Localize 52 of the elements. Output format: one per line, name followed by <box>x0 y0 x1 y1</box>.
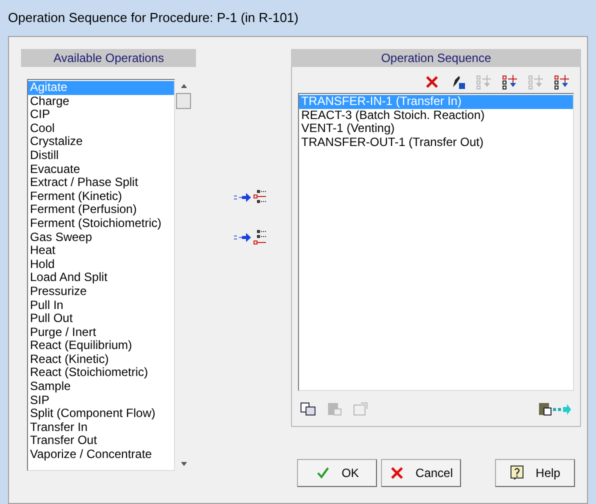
list-item[interactable]: Transfer Out <box>28 434 174 448</box>
list-item[interactable]: Hold <box>28 258 174 272</box>
list-item[interactable]: Distill <box>28 148 174 163</box>
move-down-icon <box>502 74 518 90</box>
list-item[interactable]: Pull Out <box>28 312 174 326</box>
list-item[interactable]: Gas Sweep <box>28 230 174 244</box>
list-item[interactable]: Crystalize <box>28 135 174 149</box>
pencil-icon <box>450 74 466 90</box>
copy-icon <box>300 401 316 417</box>
help-button[interactable]: Help <box>495 459 575 487</box>
list-item[interactable]: VENT-1 (Venting) <box>299 122 573 136</box>
list-item[interactable]: Ferment (Stoichiometric) <box>28 216 174 231</box>
list-item[interactable]: Ferment (Perfusion) <box>28 203 174 217</box>
help-icon <box>510 465 524 481</box>
list-item[interactable]: Vaporize / Concentrate <box>28 448 174 462</box>
panel-header: Operation Sequence <box>291 49 581 67</box>
list-item[interactable]: React (Equilibrium) <box>28 339 174 353</box>
move-down-button[interactable] <box>552 72 572 92</box>
check-icon <box>316 466 330 480</box>
close-icon <box>390 466 404 480</box>
cancel-button[interactable]: Cancel <box>381 459 462 487</box>
properties-icon <box>352 401 368 417</box>
scrollbar-thumb[interactable] <box>176 93 191 109</box>
paste-icon <box>326 401 342 417</box>
list-item[interactable]: SIP <box>28 394 174 408</box>
list-item[interactable]: CIP <box>28 108 174 122</box>
ok-button[interactable]: OK <box>297 459 378 487</box>
panel-header: Available Operations <box>21 49 196 67</box>
list-item[interactable]: Extract / Phase Split <box>28 176 174 190</box>
window-title: Operation Sequence for Procedure: P-1 (in R-101) <box>8 9 298 28</box>
list-item[interactable]: Heat <box>28 244 174 258</box>
list-item[interactable]: REACT-3 (Batch Stoich. Reaction) <box>299 108 573 122</box>
list-item[interactable]: React (Stoichiometric) <box>28 366 174 380</box>
move-down-button[interactable] <box>500 72 520 92</box>
list-item[interactable]: Purge / Inert <box>28 326 174 340</box>
list-item[interactable]: Sample <box>28 380 174 394</box>
insert-arrow-icon <box>232 188 267 206</box>
append-arrow-icon <box>232 228 267 246</box>
list-item[interactable]: React (Kinetic) <box>28 352 174 366</box>
list-item[interactable]: Pull In <box>28 298 174 312</box>
clipboard-arrow-icon <box>538 401 572 417</box>
move-down-icon <box>554 74 570 90</box>
list-item[interactable]: TRANSFER-OUT-1 (Transfer Out) <box>299 136 573 150</box>
list-item[interactable]: Split (Component Flow) <box>28 407 174 421</box>
list-item[interactable]: Evacuate <box>28 162 174 176</box>
list-item[interactable]: Ferment (Kinetic) <box>28 190 174 204</box>
delete-icon <box>424 74 440 90</box>
list-item[interactable]: Transfer In <box>28 420 174 434</box>
list-item[interactable]: Pressurize <box>28 284 174 298</box>
list-item[interactable]: Cool <box>28 122 174 136</box>
list-item[interactable]: Load And Split <box>28 271 174 285</box>
list-item[interactable]: Charge <box>28 94 174 108</box>
